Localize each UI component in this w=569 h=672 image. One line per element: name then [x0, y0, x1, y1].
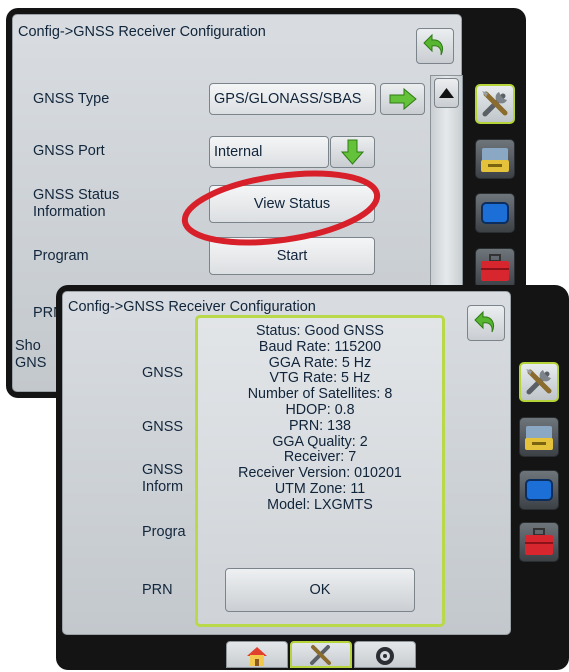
back-arrow-icon — [423, 33, 444, 56]
toolbox-icon — [525, 528, 553, 555]
gnss-port-field[interactable]: Internal — [209, 136, 329, 168]
tools-icon — [526, 369, 552, 395]
status-info: Status: Good GNSS Baud Rate: 115200 GGA … — [198, 323, 442, 514]
row-label-gnss-port: GNSS Port — [33, 143, 105, 159]
side-tab-screen[interactable] — [519, 470, 559, 510]
row-label-gnss-type: GNSS Type — [33, 91, 110, 107]
page-title: Config->GNSS Receiver Configuration — [18, 24, 266, 40]
page-title: Config->GNSS Receiver Configuration — [68, 299, 316, 315]
gga-quality-line: GGA Quality: 2 — [272, 433, 368, 450]
scroll-up-button[interactable] — [434, 78, 459, 108]
side-tab-screen[interactable] — [475, 193, 515, 233]
toolbox-icon — [481, 254, 509, 281]
gnss-type-field[interactable]: GPS/GLONASS/SBAS — [209, 83, 376, 115]
back-button[interactable] — [416, 28, 454, 64]
gnss-status-dialog: Status: Good GNSS Baud Rate: 115200 GGA … — [195, 315, 445, 627]
row-label-gnss-status: GNSS Inform — [142, 462, 184, 495]
gnss-port-dropdown-button[interactable] — [330, 136, 375, 168]
receiver-line: Receiver: 7 — [283, 449, 357, 466]
back-arrow-icon — [474, 310, 495, 333]
gga-rate-line: GGA Rate: 5 Hz — [268, 354, 372, 371]
receiver-version-line: Receiver Version: 010201 — [238, 465, 402, 482]
arrow-down-icon — [340, 139, 365, 165]
model-line: Model: LXGMTS — [267, 496, 373, 513]
gauge-icon — [376, 647, 394, 665]
triangle-up-icon — [439, 88, 454, 98]
arrow-right-icon — [389, 87, 417, 111]
console-icon — [525, 426, 553, 450]
hdop-line: HDOP: 0.8 — [285, 401, 355, 418]
baud-rate-line: Baud Rate: 115200 — [258, 338, 382, 355]
front-config-panel: Config->GNSS Receiver Configuration GNSS… — [62, 291, 511, 635]
tools-icon — [482, 91, 508, 117]
utm-zone-line: UTM Zone: 11 — [274, 480, 366, 497]
side-tab-toolbox[interactable] — [475, 248, 515, 288]
side-tab-tools[interactable] — [475, 84, 515, 124]
row-label-gnss-port: GNSS — [142, 419, 184, 435]
ok-button[interactable]: OK — [225, 568, 415, 612]
bottom-tab-bar — [62, 641, 511, 668]
satellites-line: Number of Satellites: 8 — [247, 386, 393, 403]
row-label-program: Program — [33, 248, 89, 264]
side-tab-tools[interactable] — [519, 362, 559, 402]
side-tab-console[interactable] — [519, 417, 559, 457]
front-screen: Config->GNSS Receiver Configuration GNSS… — [56, 285, 569, 670]
side-tab-toolbox[interactable] — [519, 522, 559, 562]
row-label-gnss-type: GNSS — [142, 365, 184, 381]
row-label-program: Progra — [142, 524, 186, 540]
prn-line: PRN: 138 — [289, 417, 351, 434]
gnss-type-next-button[interactable] — [380, 83, 425, 115]
highlight-circle — [181, 170, 381, 246]
console-icon — [481, 148, 509, 172]
side-tab-console[interactable] — [475, 139, 515, 179]
home-icon — [247, 647, 267, 666]
screen-icon — [525, 479, 553, 501]
row-label-show-gnss: Sho GNS — [15, 338, 47, 371]
bottom-tab-gauge[interactable] — [354, 641, 416, 668]
row-label-gnss-status: GNSS Status Information — [33, 187, 120, 220]
bottom-tab-home[interactable] — [226, 641, 288, 668]
tools-icon — [310, 645, 331, 665]
bottom-tab-tools[interactable] — [290, 641, 352, 668]
vtg-rate-line: VTG Rate: 5 Hz — [269, 370, 371, 387]
status-line: Status: Good GNSS — [256, 323, 384, 339]
screen-icon — [481, 202, 509, 224]
back-button[interactable] — [467, 305, 505, 341]
row-label-prn: PRN — [142, 582, 173, 598]
